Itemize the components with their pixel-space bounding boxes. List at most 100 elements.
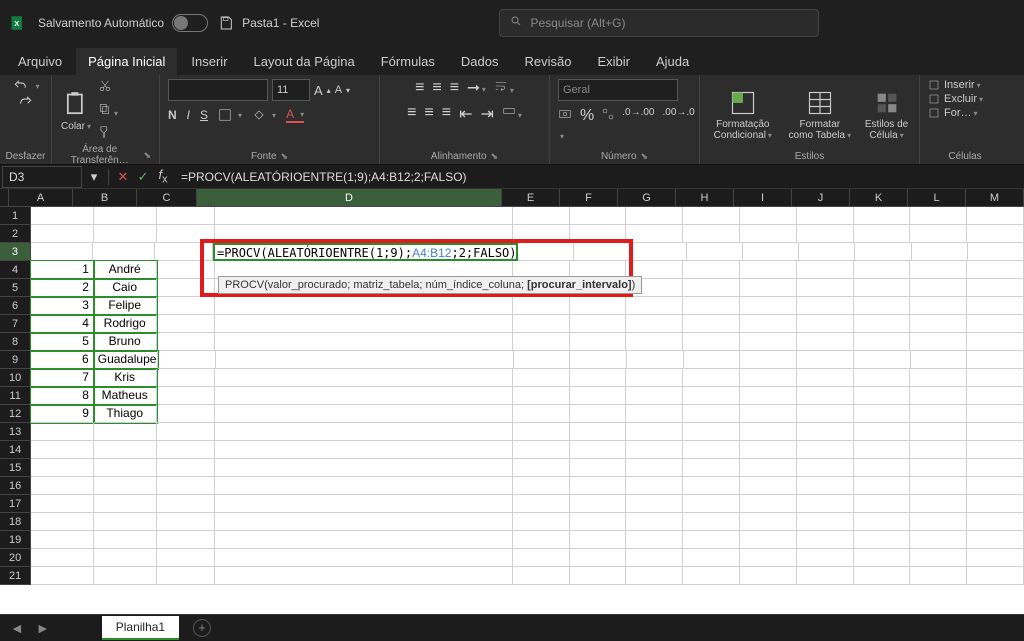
cell-J17[interactable] xyxy=(797,495,854,513)
col-header-F[interactable]: F xyxy=(560,189,618,206)
cell-J15[interactable] xyxy=(797,459,854,477)
cell-M19[interactable] xyxy=(967,531,1024,549)
cell-K8[interactable] xyxy=(854,333,911,351)
cell-K6[interactable] xyxy=(854,297,911,315)
menu-tab-fórmulas[interactable]: Fórmulas xyxy=(369,48,447,75)
format-cells-button[interactable]: For… xyxy=(928,107,978,119)
redo-button[interactable] xyxy=(17,95,35,109)
cell-L19[interactable] xyxy=(910,531,967,549)
cell-L11[interactable] xyxy=(910,387,967,405)
cell-J19[interactable] xyxy=(797,531,854,549)
cell-H2[interactable] xyxy=(683,225,740,243)
cell-F16[interactable] xyxy=(570,477,627,495)
cell-B5[interactable]: Caio xyxy=(94,279,157,297)
cell-C1[interactable] xyxy=(157,207,216,225)
cell-I18[interactable] xyxy=(740,513,797,531)
cell-J5[interactable] xyxy=(797,279,854,297)
cell-E2[interactable] xyxy=(513,225,570,243)
name-box-dropdown[interactable]: ▾ xyxy=(84,169,104,185)
sheet-nav-next[interactable]: ► xyxy=(32,620,54,636)
format-as-table-button[interactable]: Formatar como Tabela xyxy=(788,89,852,141)
cell-L16[interactable] xyxy=(910,477,967,495)
cell-L4[interactable] xyxy=(910,261,967,279)
cell-E9[interactable] xyxy=(514,351,571,369)
col-header-L[interactable]: L xyxy=(908,189,966,206)
align-right-icon[interactable]: ≡ xyxy=(442,104,451,124)
align-top-icon[interactable]: ≡ xyxy=(415,79,424,98)
cell-J9[interactable] xyxy=(797,351,854,369)
col-header-G[interactable]: G xyxy=(618,189,676,206)
cell-M5[interactable] xyxy=(967,279,1024,297)
cell-E14[interactable] xyxy=(513,441,570,459)
cell-C3[interactable] xyxy=(155,243,213,261)
cell-B11[interactable]: Matheus xyxy=(94,387,157,405)
format-painter-icon[interactable] xyxy=(98,125,118,144)
cell-G11[interactable] xyxy=(626,387,683,405)
cell-L15[interactable] xyxy=(910,459,967,477)
cell-F6[interactable] xyxy=(570,297,627,315)
number-dialog-launcher[interactable]: ⬊ xyxy=(641,151,649,162)
cell-C8[interactable] xyxy=(157,333,216,351)
cell-B13[interactable] xyxy=(94,423,157,441)
cell-C19[interactable] xyxy=(157,531,216,549)
cell-L13[interactable] xyxy=(910,423,967,441)
cell-C15[interactable] xyxy=(157,459,216,477)
cell-H14[interactable] xyxy=(683,441,740,459)
row-header-8[interactable]: 8 xyxy=(0,333,31,351)
cell-E12[interactable] xyxy=(513,405,570,423)
cell-K15[interactable] xyxy=(854,459,911,477)
search-box[interactable]: Pesquisar (Alt+G) xyxy=(499,9,819,37)
cell-I20[interactable] xyxy=(740,549,797,567)
cell-K5[interactable] xyxy=(854,279,911,297)
autosave-toggle[interactable] xyxy=(172,14,208,32)
cell-C17[interactable] xyxy=(157,495,216,513)
cell-K20[interactable] xyxy=(854,549,911,567)
row-header-5[interactable]: 5 xyxy=(0,279,31,297)
decrease-decimal-icon[interactable]: .00→.0 xyxy=(662,107,694,144)
align-bottom-icon[interactable]: ≡ xyxy=(450,79,459,98)
cell-C2[interactable] xyxy=(157,225,216,243)
cell-H6[interactable] xyxy=(683,297,740,315)
save-icon[interactable] xyxy=(218,15,234,31)
cell-M11[interactable] xyxy=(967,387,1024,405)
increase-decimal-icon[interactable]: .0→.00 xyxy=(622,107,654,144)
font-size-input[interactable] xyxy=(272,79,310,101)
cell-B1[interactable] xyxy=(94,207,157,225)
cell-A1[interactable] xyxy=(31,207,94,225)
cell-B10[interactable]: Kris xyxy=(94,369,157,387)
cell-M10[interactable] xyxy=(967,369,1024,387)
copy-icon[interactable] xyxy=(98,102,118,121)
cell-A8[interactable]: 5 xyxy=(31,333,94,351)
cell-J7[interactable] xyxy=(797,315,854,333)
cell-M18[interactable] xyxy=(967,513,1024,531)
cell-A17[interactable] xyxy=(31,495,94,513)
cell-E16[interactable] xyxy=(513,477,570,495)
row-header-7[interactable]: 7 xyxy=(0,315,31,333)
clipboard-dialog-launcher[interactable]: ⬊ xyxy=(143,150,151,161)
paste-button[interactable]: Colar xyxy=(60,91,92,132)
cell-C5[interactable] xyxy=(157,279,216,297)
cell-K18[interactable] xyxy=(854,513,911,531)
wrap-text-button[interactable] xyxy=(494,79,514,98)
cell-D17[interactable] xyxy=(215,495,513,513)
cell-E19[interactable] xyxy=(513,531,570,549)
decrease-font-icon[interactable]: A▾ xyxy=(335,84,350,96)
number-format-select[interactable] xyxy=(558,79,678,101)
col-header-C[interactable]: C xyxy=(137,189,197,206)
percent-button[interactable]: % xyxy=(580,107,594,144)
row-header-2[interactable]: 2 xyxy=(0,225,31,243)
cell-A6[interactable]: 3 xyxy=(31,297,94,315)
col-header-J[interactable]: J xyxy=(792,189,850,206)
cell-E6[interactable] xyxy=(513,297,570,315)
cell-E21[interactable] xyxy=(513,567,570,585)
cell-G21[interactable] xyxy=(626,567,683,585)
cell-M13[interactable] xyxy=(967,423,1024,441)
cell-I17[interactable] xyxy=(740,495,797,513)
cell-L3[interactable] xyxy=(912,243,968,261)
cell-B12[interactable]: Thiago xyxy=(94,405,157,423)
cell-C16[interactable] xyxy=(157,477,216,495)
cell-K16[interactable] xyxy=(854,477,911,495)
cell-L14[interactable] xyxy=(910,441,967,459)
col-header-D[interactable]: D xyxy=(197,189,502,206)
cell-A16[interactable] xyxy=(31,477,94,495)
